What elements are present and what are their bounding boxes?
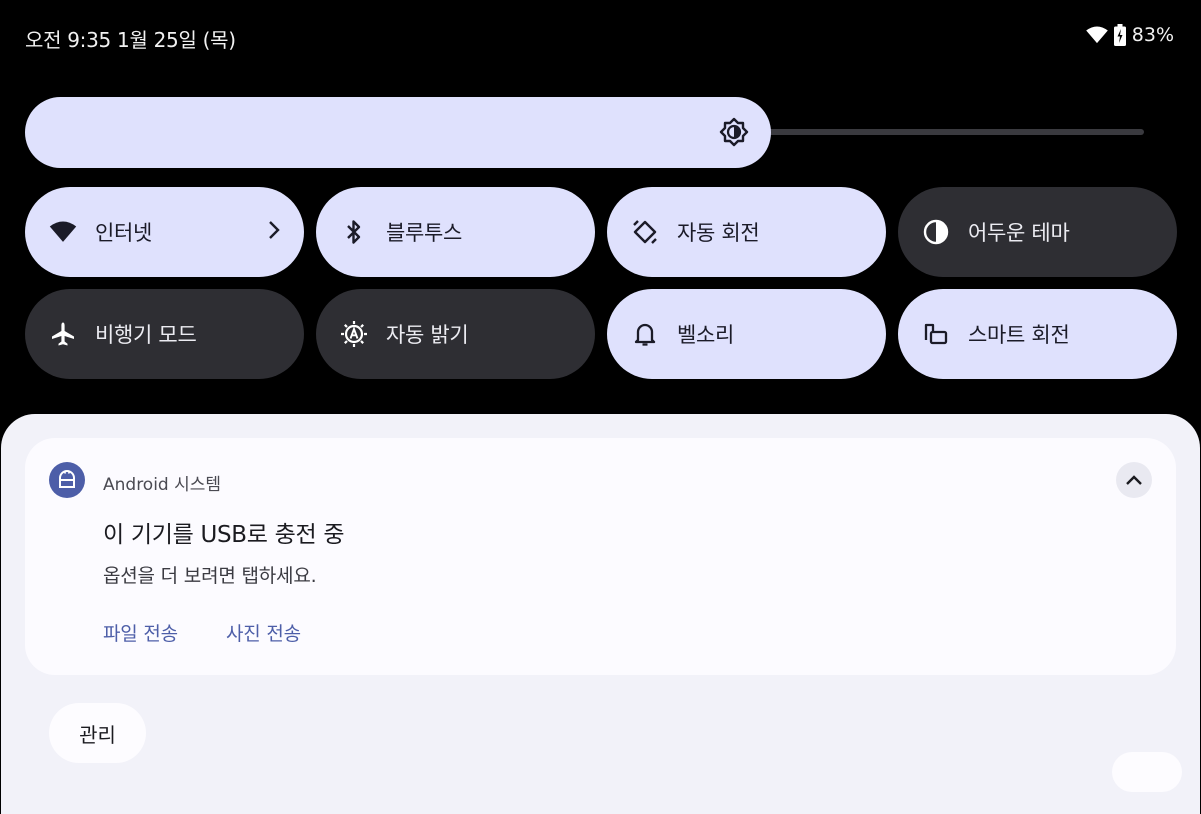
android-system-icon (49, 462, 85, 498)
brightness-slider[interactable] (25, 97, 771, 168)
bell-icon (631, 320, 659, 348)
notification-body: 옵션을 더 보려면 탭하세요. (103, 565, 317, 587)
tile-smart-rotate[interactable]: 스마트 회전 (898, 289, 1177, 379)
tile-label: 어두운 테마 (968, 221, 1070, 245)
tile-label: 인터넷 (95, 221, 153, 245)
tile-dark-theme[interactable]: 어두운 테마 (898, 187, 1177, 277)
clear-all-button[interactable] (1112, 752, 1182, 792)
file-transfer-button[interactable]: 파일 전송 (103, 619, 178, 646)
airplane-icon (49, 320, 77, 348)
tile-internet[interactable]: 인터넷 (25, 187, 304, 277)
chevron-up-icon (1125, 471, 1143, 490)
collapse-button[interactable] (1116, 462, 1152, 498)
tile-auto-brightness[interactable]: 자동 밝기 (316, 289, 595, 379)
tile-label: 자동 회전 (677, 221, 760, 245)
tile-ringtone[interactable]: 벨소리 (607, 289, 886, 379)
chevron-right-icon (268, 220, 280, 245)
brightness-slider-track[interactable] (760, 129, 1144, 135)
brightness-icon (719, 117, 749, 147)
notification-title: 이 기기를 USB로 충전 중 (103, 522, 345, 548)
tile-bluetooth[interactable]: 블루투스 (316, 187, 595, 277)
manage-button[interactable]: 관리 (49, 703, 146, 763)
bluetooth-icon (340, 218, 368, 246)
auto-rotate-icon (631, 218, 659, 246)
tile-label: 비행기 모드 (95, 323, 197, 347)
tile-label: 벨소리 (677, 323, 735, 347)
tile-airplane-mode[interactable]: 비행기 모드 (25, 289, 304, 379)
notification-app-name: Android 시스템 (103, 475, 222, 495)
dark-theme-icon (922, 218, 950, 246)
tile-label: 블루투스 (386, 221, 463, 245)
auto-brightness-icon (340, 320, 368, 348)
battery-icon (1113, 24, 1126, 46)
smart-rotate-icon (922, 320, 950, 348)
photo-transfer-button[interactable]: 사진 전송 (226, 619, 301, 646)
tile-label: 스마트 회전 (968, 323, 1070, 347)
status-icons: 83% (1085, 24, 1174, 46)
wifi-icon (49, 218, 77, 246)
tile-auto-rotate[interactable]: 자동 회전 (607, 187, 886, 277)
tile-label: 자동 밝기 (386, 323, 469, 347)
status-time-date: 오전 9:35 1월 25일 (목) (25, 28, 236, 52)
wifi-icon (1085, 26, 1108, 44)
battery-percent: 83% (1131, 24, 1174, 46)
